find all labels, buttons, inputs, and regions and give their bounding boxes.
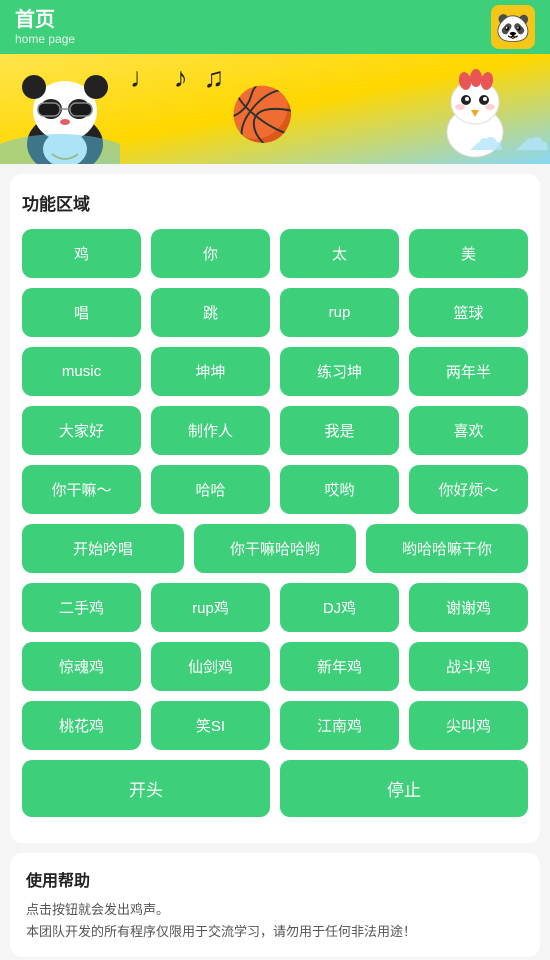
help-title: 使用帮助 (26, 867, 524, 891)
btn-tai[interactable]: 太 (280, 229, 399, 278)
btn-music[interactable]: music (22, 347, 141, 396)
banner: ♩ ♪ ♫ 🏀 (0, 54, 550, 164)
btn-haha[interactable]: 哈哈 (151, 465, 270, 514)
btn-rup[interactable]: rup (280, 288, 399, 337)
btn-aiyo[interactable]: 哎哟 (280, 465, 399, 514)
music-notes: ♩ ♪ ♫ (130, 62, 229, 94)
btn-ershouji[interactable]: 二手鸡 (22, 583, 141, 632)
btn-xianjian[interactable]: 仙剑鸡 (151, 642, 270, 691)
btn-kunkun[interactable]: 坤坤 (151, 347, 270, 396)
btn-xiexieji[interactable]: 谢谢鸡 (409, 583, 528, 632)
avatar-emoji: 🐼 (496, 11, 531, 44)
btn-lanqiu[interactable]: 篮球 (409, 288, 528, 337)
button-row-1: 鸡 你 太 美 (22, 229, 528, 278)
function-section-title: 功能区域 (22, 190, 528, 215)
btn-chang[interactable]: 唱 (22, 288, 141, 337)
button-row-8: 惊魂鸡 仙剑鸡 新年鸡 战斗鸡 (22, 642, 528, 691)
stop-button[interactable]: 停止 (280, 760, 528, 817)
btn-dajiahao[interactable]: 大家好 (22, 406, 141, 455)
button-row-5: 你干嘛～ 哈哈 哎哟 你好烦～ (22, 465, 528, 514)
btn-niganna[interactable]: 你干嘛～ (22, 465, 141, 514)
function-section: 功能区域 鸡 你 太 美 唱 跳 rup 篮球 music 坤坤 练习坤 两年半… (10, 174, 540, 843)
btn-xiaosi[interactable]: 笑SI (151, 701, 270, 750)
banner-inner: ♩ ♪ ♫ 🏀 (0, 54, 550, 164)
btn-liankun[interactable]: 练习坤 (280, 347, 399, 396)
btn-jiangnan[interactable]: 江南鸡 (280, 701, 399, 750)
btn-yo[interactable]: 哟哈哈嘛干你 (366, 524, 528, 573)
start-button[interactable]: 开头 (22, 760, 270, 817)
basketball-icon: 🏀 (230, 84, 295, 145)
button-row-2: 唱 跳 rup 篮球 (22, 288, 528, 337)
btn-jinghun[interactable]: 惊魂鸡 (22, 642, 141, 691)
app-header: 首页 home page 🐼 (0, 0, 550, 54)
btn-woshi[interactable]: 我是 (280, 406, 399, 455)
help-line-1: 点击按钮就会发出鸡声。 (26, 899, 524, 921)
clouds-decoration: ☁ ☁ (468, 117, 550, 159)
btn-tiao[interactable]: 跳 (151, 288, 270, 337)
page-title: 首页 (15, 8, 75, 32)
btn-rupji[interactable]: rup鸡 (151, 583, 270, 632)
btn-nihaofen[interactable]: 你好烦～ (409, 465, 528, 514)
avatar: 🐼 (491, 5, 535, 49)
btn-xihuan[interactable]: 喜欢 (409, 406, 528, 455)
help-section: 使用帮助 点击按钮就会发出鸡声。 本团队开发的所有程序仅限用于交流学习，请勿用于… (10, 853, 540, 957)
btn-niganna2[interactable]: 你干嘛哈哈哟 (194, 524, 356, 573)
btn-ni[interactable]: 你 (151, 229, 270, 278)
btn-ji[interactable]: 鸡 (22, 229, 141, 278)
btn-xinnian[interactable]: 新年鸡 (280, 642, 399, 691)
action-buttons: 开头 停止 (22, 760, 528, 817)
btn-mei[interactable]: 美 (409, 229, 528, 278)
help-line-2: 本团队开发的所有程序仅限用于交流学习，请勿用于任何非法用途！ (26, 921, 524, 943)
button-row-6: 开始吟唱 你干嘛哈哈哟 哟哈哈嘛干你 (22, 524, 528, 573)
btn-zhizuoren[interactable]: 制作人 (151, 406, 270, 455)
btn-jianjiao[interactable]: 尖叫鸡 (409, 701, 528, 750)
button-row-3: music 坤坤 练习坤 两年半 (22, 347, 528, 396)
header-left: 首页 home page (15, 8, 75, 46)
btn-taohua[interactable]: 桃花鸡 (22, 701, 141, 750)
button-row-9: 桃花鸡 笑SI 江南鸡 尖叫鸡 (22, 701, 528, 750)
button-row-4: 大家好 制作人 我是 喜欢 (22, 406, 528, 455)
button-row-7: 二手鸡 rup鸡 DJ鸡 谢谢鸡 (22, 583, 528, 632)
btn-kaishiyinchang[interactable]: 开始吟唱 (22, 524, 184, 573)
btn-zhandou[interactable]: 战斗鸡 (409, 642, 528, 691)
btn-djji[interactable]: DJ鸡 (280, 583, 399, 632)
page-subtitle: home page (15, 32, 75, 46)
btn-liangnianban[interactable]: 两年半 (409, 347, 528, 396)
